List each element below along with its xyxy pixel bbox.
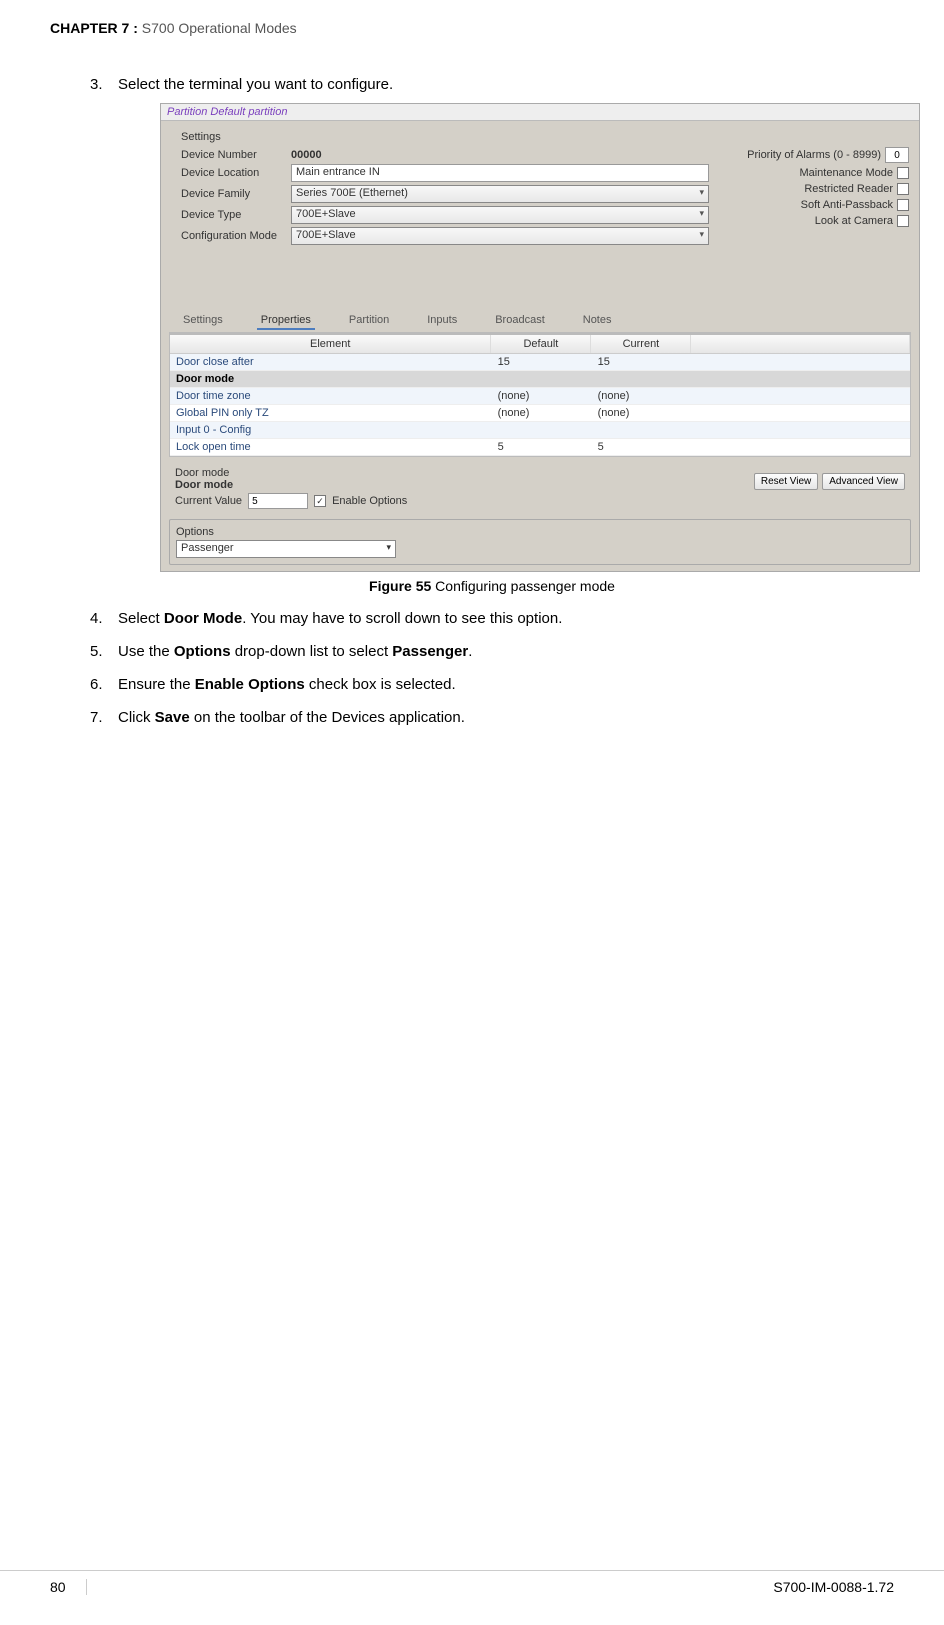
page-footer: 80 S700-IM-0088-1.72 <box>0 1570 944 1595</box>
reset-view-button[interactable]: Reset View <box>754 473 818 490</box>
current-value-label: Current Value <box>175 495 242 507</box>
device-location-label: Device Location <box>181 167 291 179</box>
settings-section-label: Settings <box>181 131 709 143</box>
step-5: 5.Use the Options drop-down list to sele… <box>90 643 894 660</box>
maintenance-mode-label: Maintenance Mode <box>799 167 893 179</box>
instruction-list: 3.Select the terminal you want to config… <box>90 76 894 726</box>
chapter-number: CHAPTER 7 : <box>50 20 138 36</box>
look-at-camera-checkbox[interactable] <box>897 215 909 227</box>
soft-antipassback-row: Soft Anti-Passback <box>729 199 909 211</box>
step-3: 3.Select the terminal you want to config… <box>90 76 894 594</box>
device-number-value: 00000 <box>291 149 322 161</box>
properties-grid: Element Default Current Door close after… <box>169 334 911 457</box>
window-titlebar: Partition Default partition <box>161 104 919 121</box>
maintenance-mode-row: Maintenance Mode <box>729 167 909 179</box>
device-family-row: Device Family Series 700E (Ethernet) <box>181 185 709 203</box>
figure-wrap: Partition Default partition Settings Dev… <box>160 103 894 572</box>
device-type-label: Device Type <box>181 209 291 221</box>
soft-antipassback-checkbox[interactable] <box>897 199 909 211</box>
priority-input[interactable] <box>885 147 909 163</box>
device-number-label: Device Number <box>181 149 291 161</box>
options-combo[interactable]: Passenger <box>176 540 396 558</box>
screenshot: Partition Default partition Settings Dev… <box>160 103 920 572</box>
look-at-camera-label: Look at Camera <box>815 215 893 227</box>
figure-text: Configuring passenger mode <box>431 578 615 594</box>
tab-inputs[interactable]: Inputs <box>423 312 461 328</box>
tab-properties[interactable]: Properties <box>257 312 315 330</box>
table-row[interactable]: Lock open time55 <box>170 439 910 456</box>
tab-settings[interactable]: Settings <box>179 312 227 328</box>
advanced-view-button[interactable]: Advanced View <box>822 473 905 490</box>
col-element: Element <box>170 335 491 353</box>
chapter-header: CHAPTER 7 : S700 Operational Modes <box>50 20 894 36</box>
restricted-reader-row: Restricted Reader <box>729 183 909 195</box>
grid-header: Element Default Current <box>170 335 910 354</box>
tab-bar: Settings Properties Partition Inputs Bro… <box>169 308 911 334</box>
enable-options-checkbox[interactable]: ✓ <box>314 495 326 507</box>
device-family-label: Device Family <box>181 188 291 200</box>
maintenance-mode-checkbox[interactable] <box>897 167 909 179</box>
step-text: Select the terminal you want to configur… <box>118 76 393 93</box>
restricted-reader-label: Restricted Reader <box>804 183 893 195</box>
detail-panel: Door mode Door mode Current Value ✓ Enab… <box>169 463 911 513</box>
table-row-selected[interactable]: Door mode <box>170 371 910 388</box>
soft-antipassback-label: Soft Anti-Passback <box>801 199 893 211</box>
step-4: 4.Select Door Mode. You may have to scro… <box>90 610 894 627</box>
table-row[interactable]: Door close after1515 <box>170 354 910 371</box>
figure-number: Figure 55 <box>369 578 431 594</box>
device-family-combo[interactable]: Series 700E (Ethernet) <box>291 185 709 203</box>
look-at-camera-row: Look at Camera <box>729 215 909 227</box>
table-row[interactable]: Global PIN only TZ(none)(none) <box>170 405 910 422</box>
doc-id: S700-IM-0088-1.72 <box>773 1579 894 1595</box>
col-current: Current <box>591 335 691 353</box>
priority-label: Priority of Alarms (0 - 8999) <box>747 149 881 161</box>
chapter-title: S700 Operational Modes <box>138 20 297 36</box>
device-type-combo[interactable]: 700E+Slave <box>291 206 709 224</box>
step-number: 6. <box>90 676 118 693</box>
tab-partition[interactable]: Partition <box>345 312 393 328</box>
step-number: 3. <box>90 76 118 93</box>
configuration-mode-row: Configuration Mode 700E+Slave <box>181 227 709 245</box>
tab-broadcast[interactable]: Broadcast <box>491 312 549 328</box>
figure-caption: Figure 55 Configuring passenger mode <box>90 578 894 594</box>
page-number: 80 <box>50 1579 87 1595</box>
table-row[interactable]: Input 0 - Config <box>170 422 910 439</box>
options-label: Options <box>176 526 904 538</box>
table-row[interactable]: Door time zone(none)(none) <box>170 388 910 405</box>
configuration-mode-combo[interactable]: 700E+Slave <box>291 227 709 245</box>
step-number: 4. <box>90 610 118 627</box>
current-value-input[interactable] <box>248 493 308 509</box>
options-box: Options Passenger <box>169 519 911 565</box>
step-7: 7.Click Save on the toolbar of the Devic… <box>90 709 894 726</box>
device-type-row: Device Type 700E+Slave <box>181 206 709 224</box>
enable-options-label: Enable Options <box>332 495 407 507</box>
tab-notes[interactable]: Notes <box>579 312 616 328</box>
step-6: 6.Ensure the Enable Options check box is… <box>90 676 894 693</box>
step-number: 5. <box>90 643 118 660</box>
configuration-mode-label: Configuration Mode <box>181 230 291 242</box>
device-number-row: Device Number 00000 <box>181 149 709 161</box>
step-number: 7. <box>90 709 118 726</box>
device-location-row: Device Location Main entrance IN <box>181 164 709 182</box>
col-default: Default <box>491 335 591 353</box>
restricted-reader-checkbox[interactable] <box>897 183 909 195</box>
priority-row: Priority of Alarms (0 - 8999) <box>729 147 909 163</box>
device-location-input[interactable]: Main entrance IN <box>291 164 709 182</box>
